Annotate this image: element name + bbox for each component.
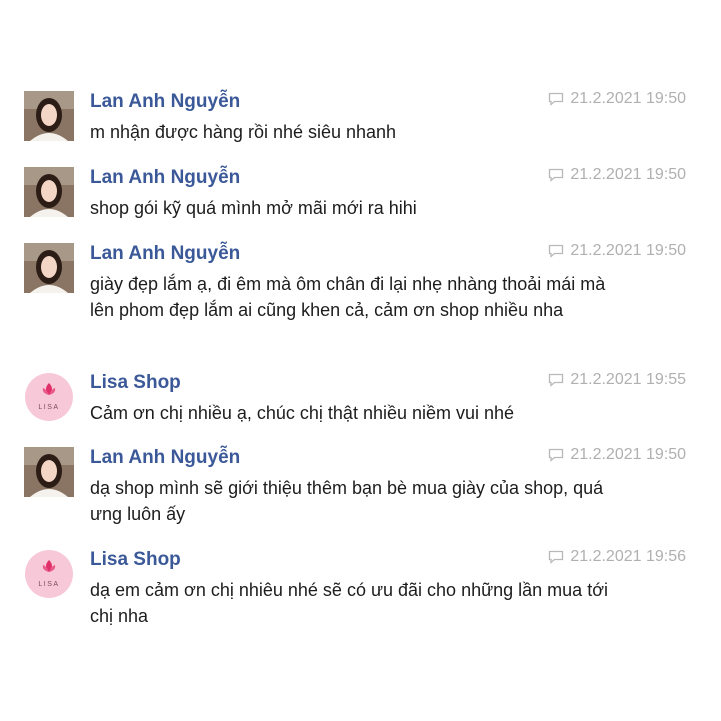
timestamp: 21.2.2021 19:50 — [548, 241, 686, 261]
avatar[interactable] — [24, 447, 74, 497]
comment-icon — [549, 448, 564, 462]
timestamp: 21.2.2021 19:55 — [548, 370, 686, 390]
timestamp-text: 21.2.2021 19:56 — [570, 548, 686, 565]
comment-text: m nhận được hàng rồi nhé siêu nhanh — [90, 122, 397, 142]
comment-icon — [549, 168, 564, 182]
timestamp: 21.2.2021 19:50 — [548, 165, 686, 185]
comment-text: dạ em cảm ơn chị nhiêu nhé sẽ có ưu đãi … — [90, 580, 609, 626]
comment-icon — [549, 373, 564, 387]
comment-text: dạ shop mình sẽ giới thiệu thêm bạn bè m… — [90, 478, 604, 524]
author-name[interactable]: Lisa Shop — [90, 549, 181, 571]
shop-logo-avatar[interactable]: LISA — [24, 372, 74, 422]
timestamp-text: 21.2.2021 19:50 — [570, 166, 686, 183]
avatar[interactable] — [24, 91, 74, 141]
timestamp-text: 21.2.2021 19:50 — [570, 242, 686, 259]
timestamp: 21.2.2021 19:50 — [548, 89, 686, 109]
comment-text: shop gói kỹ quá mình mở mãi mới ra hihi — [90, 198, 417, 218]
avatar[interactable] — [24, 167, 74, 217]
comment-thread: Lan Anh Nguyễn 21.2.2021 19:50 m nhận đư… — [0, 0, 721, 721]
logo-text: LISA — [38, 581, 59, 588]
author-name[interactable]: Lisa Shop — [90, 372, 181, 394]
logo-text: LISA — [38, 404, 59, 411]
author-name[interactable]: Lan Anh Nguyễn — [90, 91, 240, 113]
avatar[interactable] — [24, 243, 74, 293]
comment-icon — [549, 92, 564, 106]
comment-text: giày đẹp lắm ạ, đi êm mà ôm chân đi lại … — [90, 274, 606, 320]
comment-icon — [549, 550, 564, 564]
author-name[interactable]: Lan Anh Nguyễn — [90, 243, 240, 265]
timestamp: 21.2.2021 19:50 — [548, 445, 686, 465]
timestamp-text: 21.2.2021 19:50 — [570, 446, 686, 463]
shop-logo-avatar[interactable]: LISA — [24, 549, 74, 599]
author-name[interactable]: Lan Anh Nguyễn — [90, 447, 240, 469]
comment-text: Cảm ơn chị nhiều ạ, chúc chị thật nhiều … — [90, 403, 515, 423]
comment-icon — [549, 244, 564, 258]
timestamp: 21.2.2021 19:56 — [548, 547, 686, 567]
author-name[interactable]: Lan Anh Nguyễn — [90, 167, 240, 189]
timestamp-text: 21.2.2021 19:55 — [570, 371, 686, 388]
timestamp-text: 21.2.2021 19:50 — [570, 90, 686, 107]
